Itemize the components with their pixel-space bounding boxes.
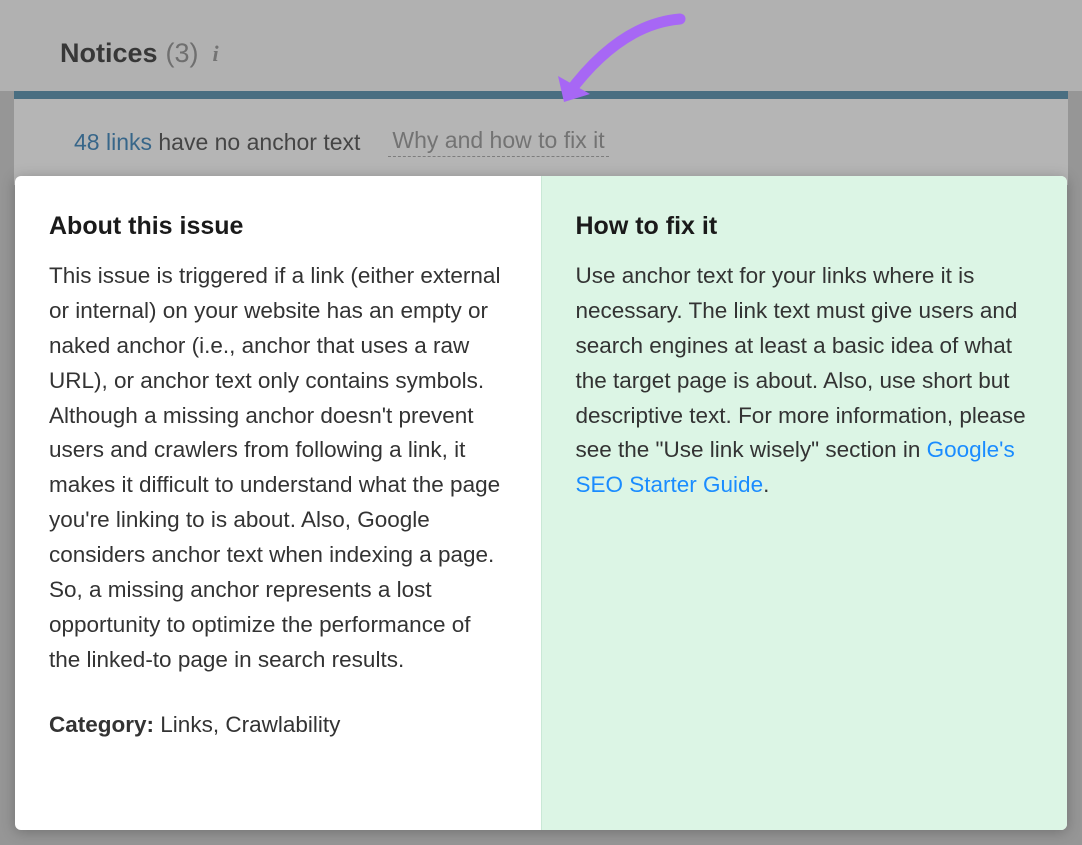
issue-row: 48 links have no anchor text Why and how…: [14, 99, 1068, 185]
issue-summary[interactable]: 48 links have no anchor text: [74, 129, 360, 156]
category-value: Links, Crawlability: [160, 712, 340, 737]
how-to-fix-title: How to fix it: [576, 212, 1034, 241]
how-to-fix-panel: How to fix it Use anchor text for your l…: [542, 176, 1068, 830]
notices-count: (3): [166, 38, 199, 69]
page-content: Notices (3) i 48 links have no anchor te…: [0, 0, 1082, 185]
info-icon[interactable]: i: [213, 41, 219, 67]
issue-details-popup: About this issue This issue is triggered…: [15, 176, 1067, 830]
why-and-how-to-fix-link[interactable]: Why and how to fix it: [388, 127, 608, 157]
about-issue-body: This issue is triggered if a link (eithe…: [49, 259, 507, 678]
fix-body-post: .: [763, 472, 769, 497]
issue-link-count: 48 links: [74, 129, 152, 155]
fix-body-pre: Use anchor text for your links where it …: [576, 263, 1026, 462]
about-issue-title: About this issue: [49, 212, 507, 241]
about-issue-panel: About this issue This issue is triggered…: [15, 176, 542, 830]
progress-bar: [14, 91, 1068, 99]
notices-title: Notices: [60, 38, 158, 69]
how-to-fix-body: Use anchor text for your links where it …: [576, 259, 1034, 503]
category-label: Category:: [49, 712, 154, 737]
issue-category: Category: Links, Crawlability: [49, 708, 507, 743]
issue-description: have no anchor text: [158, 129, 360, 155]
notices-header: Notices (3) i: [0, 0, 1082, 91]
